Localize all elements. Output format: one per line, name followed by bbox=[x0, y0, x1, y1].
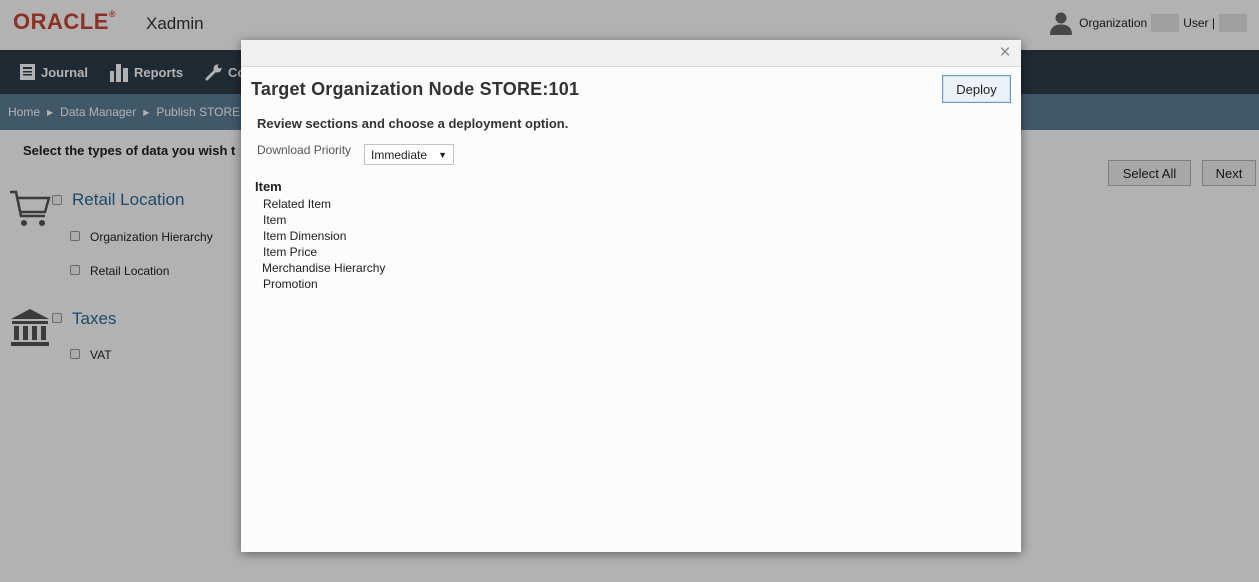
download-priority-select[interactable]: Immediate ▼ bbox=[364, 144, 454, 165]
close-icon[interactable]: × bbox=[995, 42, 1015, 63]
review-instruction: Review sections and choose a deployment … bbox=[257, 116, 569, 131]
item-section-heading: Item bbox=[255, 179, 282, 194]
dropdown-arrow-icon: ▼ bbox=[438, 149, 447, 160]
list-item: Merchandise Hierarchy bbox=[262, 261, 386, 275]
list-item: Item Price bbox=[263, 245, 318, 259]
download-priority-label: Download Priority bbox=[257, 143, 352, 157]
modal-title: Target Organization Node STORE:101 bbox=[251, 79, 580, 99]
deploy-modal: × Target Organization Node STORE:101 Dep… bbox=[241, 40, 1021, 552]
list-item: Item Dimension bbox=[263, 229, 347, 243]
modal-header: × bbox=[241, 40, 1021, 67]
list-item: Promotion bbox=[263, 277, 318, 291]
item-section-list: Related Item Item Item Dimension Item Pr… bbox=[262, 196, 386, 292]
list-item: Item bbox=[263, 213, 287, 227]
list-item: Related Item bbox=[263, 197, 332, 211]
download-priority-value: Immediate bbox=[371, 147, 428, 162]
deploy-button[interactable]: Deploy bbox=[942, 75, 1011, 103]
